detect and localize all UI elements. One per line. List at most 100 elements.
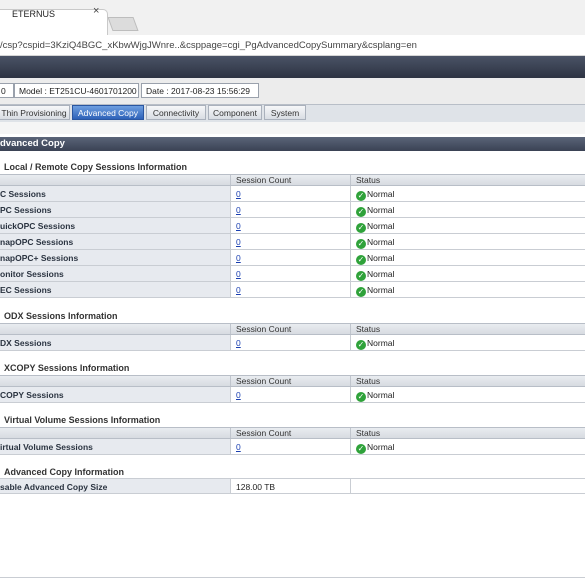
tab-advanced-copy[interactable]: Advanced Copy [72,105,144,120]
session-count-cell: 0 [230,335,350,350]
row-label: napOPC+ Sessions [0,250,230,265]
session-count-link[interactable]: 0 [236,237,241,247]
status-text: Normal [367,442,395,452]
row-label: EC Sessions [0,282,230,297]
row-label: irtual Volume Sessions [0,439,230,454]
col-session-count: Session Count [230,376,350,386]
status-text: Normal [367,338,395,348]
check-circle-icon: ✓ [356,239,366,249]
status-text: Normal [367,221,395,231]
col-session-count: Session Count [230,428,350,438]
status-cell: ✓ Normal [350,218,585,233]
group-title-advanced-copy-info: Advanced Copy Information [4,467,125,477]
col-session-count: Session Count [230,324,350,334]
status-cell: ✓ Normal [350,202,585,217]
session-count-cell: 0 [230,234,350,249]
status-text: Normal [367,269,395,279]
row-label: uickOPC Sessions [0,218,230,233]
col-status: Status [350,175,585,185]
check-circle-icon: ✓ [356,444,366,454]
table-row: C Sessions 0 ✓ Normal [0,186,585,202]
status-text: Normal [367,237,395,247]
table-row: EC Sessions 0 ✓ Normal [0,282,585,298]
status-cell: ✓ Normal [350,387,585,402]
row-label: C Sessions [0,186,230,201]
session-count-link[interactable]: 0 [236,390,241,400]
new-tab-button[interactable] [107,17,139,31]
check-circle-icon: ✓ [356,207,366,217]
session-count-cell: 0 [230,250,350,265]
tab-close-icon[interactable]: × [93,5,99,17]
browser-tab-title: ETERNUS [12,9,56,19]
session-count-cell: 0 [230,387,350,402]
group-title-vvol: Virtual Volume Sessions Information [4,415,161,425]
check-circle-icon: ✓ [356,255,366,265]
table-header: Session Count Status [0,427,585,439]
table-header: Session Count Status [0,174,585,186]
group-title-odx: ODX Sessions Information [4,311,118,321]
row-label: COPY Sessions [0,387,230,402]
status-text: Normal [367,189,395,199]
check-circle-icon: ✓ [356,223,366,233]
url-text[interactable]: /csp?cspid=3KziQ4BGC_xKbwWjgJWnre..&cspp… [0,40,417,51]
table-row: PC Sessions 0 ✓ Normal [0,202,585,218]
status-cell: ✓ Normal [350,186,585,201]
divider [0,577,585,578]
status-text: Normal [367,285,395,295]
table-header: Session Count Status [0,375,585,387]
session-count-link[interactable]: 0 [236,253,241,263]
row-label: PC Sessions [0,202,230,217]
session-count-link[interactable]: 0 [236,205,241,215]
table-row: DX Sessions 0 ✓ Normal [0,335,585,351]
col-status: Status [350,324,585,334]
status-text: Normal [367,205,395,215]
check-circle-icon: ✓ [356,392,366,402]
session-count-cell: 0 [230,218,350,233]
table-row: irtual Volume Sessions 0 ✓ Normal [0,439,585,455]
info-box-model: Model : ET251CU-4601701200 [14,83,139,98]
tab-connectivity[interactable]: Connectivity [146,105,206,120]
session-count-link[interactable]: 0 [236,285,241,295]
session-count-cell: 0 [230,439,350,454]
col-session-count: Session Count [230,175,350,185]
empty-cell [350,479,585,493]
table-header: Session Count Status [0,323,585,335]
status-cell: ✓ Normal [350,439,585,454]
usable-copy-size-value: 128.00 TB [230,479,350,493]
group-title-local-remote: Local / Remote Copy Sessions Information [4,162,188,172]
row-label: napOPC Sessions [0,234,230,249]
page-title: dvanced Copy [0,137,585,151]
table-row: sable Advanced Copy Size 128.00 TB [0,478,585,494]
table-row: napOPC Sessions 0 ✓ Normal [0,234,585,250]
tab-thin-provisioning[interactable]: Thin Provisioning [0,105,70,120]
col-status: Status [350,428,585,438]
session-count-cell: 0 [230,186,350,201]
group-title-xcopy: XCOPY Sessions Information [4,363,130,373]
info-box-date: Date : 2017-08-23 15:56:29 [141,83,259,98]
session-count-link[interactable]: 0 [236,338,241,348]
table-row: uickOPC Sessions 0 ✓ Normal [0,218,585,234]
session-count-cell: 0 [230,202,350,217]
col-status: Status [350,376,585,386]
session-count-link[interactable]: 0 [236,221,241,231]
info-box-id: 0 [0,83,14,98]
app-header-bar [0,56,585,78]
tab-component[interactable]: Component [208,105,262,120]
check-circle-icon: ✓ [356,271,366,281]
session-count-cell: 0 [230,282,350,297]
status-cell: ✓ Normal [350,250,585,265]
session-count-link[interactable]: 0 [236,269,241,279]
content-top-band [0,122,585,134]
status-text: Normal [367,253,395,263]
status-text: Normal [367,390,395,400]
row-label: onitor Sessions [0,266,230,281]
status-cell: ✓ Normal [350,335,585,350]
tab-system[interactable]: System [264,105,306,120]
session-count-link[interactable]: 0 [236,442,241,452]
table-row: napOPC+ Sessions 0 ✓ Normal [0,250,585,266]
session-count-cell: 0 [230,266,350,281]
table-row: COPY Sessions 0 ✓ Normal [0,387,585,403]
check-circle-icon: ✓ [356,340,366,350]
table-row: onitor Sessions 0 ✓ Normal [0,266,585,282]
session-count-link[interactable]: 0 [236,189,241,199]
